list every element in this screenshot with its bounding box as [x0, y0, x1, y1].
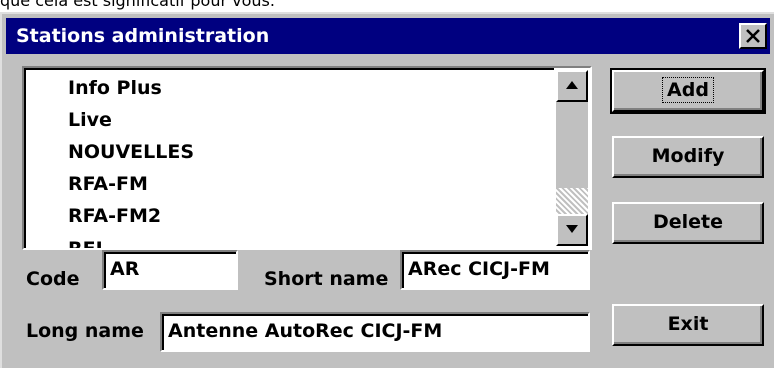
- delete-button-label: Delete: [652, 211, 724, 233]
- stations-dialog: Stations administration Info Plus Live N…: [0, 12, 774, 368]
- long-name-field[interactable]: Antenne AutoRec CICJ-FM: [160, 312, 590, 352]
- list-scrollbar[interactable]: [556, 70, 588, 246]
- arrow-up-icon: [566, 81, 578, 89]
- list-item[interactable]: Live: [68, 104, 112, 136]
- page-caption: que cela est significatif pour vous.: [0, 0, 275, 10]
- window-title: Stations administration: [16, 25, 270, 47]
- long-name-label: Long name: [26, 320, 144, 342]
- list-item[interactable]: RFI ...: [68, 233, 131, 248]
- scroll-track[interactable]: [556, 102, 588, 214]
- long-name-field-value: Antenne AutoRec CICJ-FM: [162, 314, 588, 350]
- scroll-up-button[interactable]: [556, 70, 588, 102]
- list-item[interactable]: NOUVELLES: [68, 136, 194, 168]
- list-item[interactable]: RFA-FM2: [68, 200, 161, 232]
- close-button[interactable]: [739, 23, 767, 49]
- code-field-value: AR: [104, 252, 236, 288]
- list-item[interactable]: Info Plus: [68, 72, 162, 104]
- stations-listbox[interactable]: Info Plus Live NOUVELLES RFA-FM RFA-FM2 …: [22, 66, 592, 250]
- short-name-field-value: ARec CICJ-FM: [402, 252, 588, 288]
- exit-button-label: Exit: [667, 313, 709, 335]
- short-name-label: Short name: [264, 268, 389, 290]
- modify-button-label: Modify: [651, 145, 725, 167]
- add-button[interactable]: Add: [610, 68, 766, 114]
- scroll-track-pattern: [556, 188, 588, 214]
- add-button-label: Add: [662, 77, 714, 103]
- exit-button[interactable]: Exit: [612, 304, 764, 346]
- short-name-field[interactable]: ARec CICJ-FM: [400, 250, 590, 290]
- delete-button[interactable]: Delete: [612, 202, 764, 244]
- code-field[interactable]: AR: [102, 250, 238, 290]
- modify-button[interactable]: Modify: [612, 136, 764, 178]
- close-x-icon: [746, 29, 760, 43]
- scroll-down-button[interactable]: [556, 214, 588, 246]
- code-label: Code: [26, 268, 80, 290]
- stations-list-viewport: Info Plus Live NOUVELLES RFA-FM RFA-FM2 …: [24, 68, 554, 248]
- title-bar: Stations administration: [6, 18, 770, 54]
- list-item[interactable]: RFA-FM: [68, 168, 148, 200]
- arrow-down-icon: [566, 225, 578, 233]
